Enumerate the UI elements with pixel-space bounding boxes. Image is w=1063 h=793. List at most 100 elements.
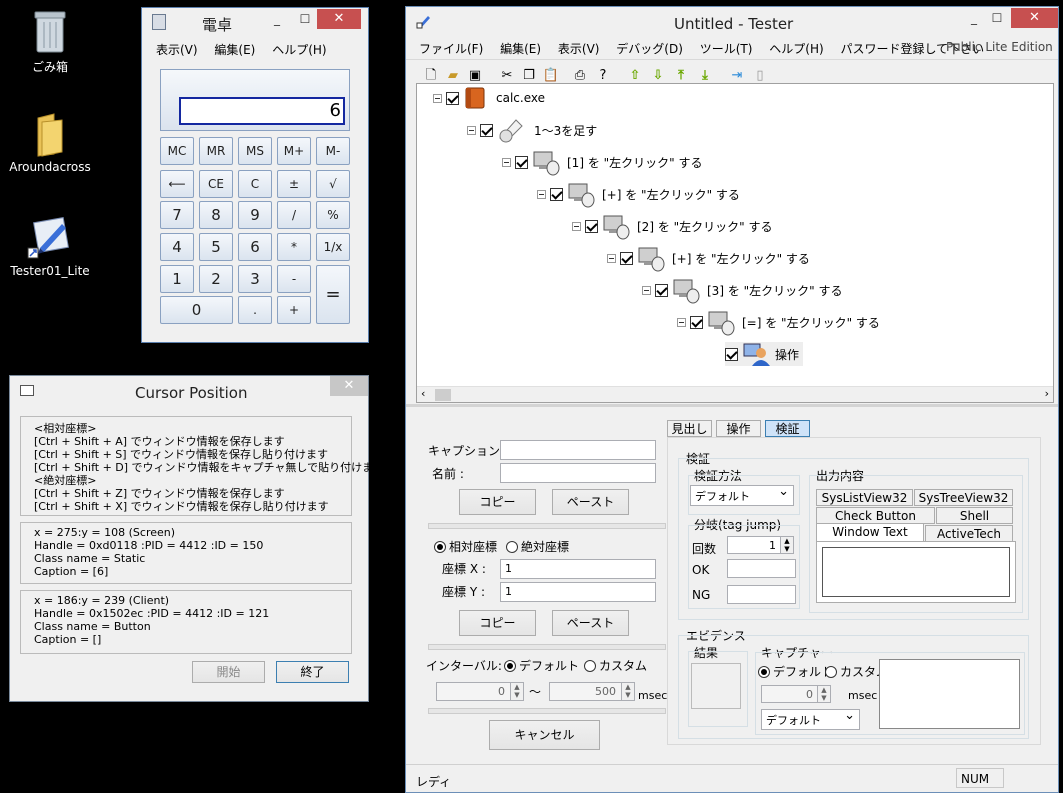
verify-method-select[interactable]: デフォルト [690, 484, 794, 506]
collapse-toggle[interactable] [537, 189, 546, 199]
close-button[interactable]: ✕ [317, 9, 361, 29]
decimal-button[interactable]: . [238, 296, 272, 324]
menu-debug[interactable]: デバッグ(D) [616, 42, 683, 56]
mr-button[interactable]: MR [199, 137, 233, 165]
tree-node-operation[interactable]: 操作 [725, 342, 804, 366]
digit-2-button[interactable]: 2 [199, 265, 233, 293]
tree-node-click-1[interactable]: [1] を "左クリック" する [502, 150, 702, 176]
cancel-button[interactable]: キャンセル [489, 720, 600, 750]
paste-button[interactable]: ペースト [552, 489, 629, 515]
digit-6-button[interactable]: 6 [238, 233, 272, 261]
multiply-button[interactable]: * [277, 233, 311, 261]
tab-operation[interactable]: 操作 [716, 420, 761, 437]
digit-4-button[interactable]: 4 [160, 233, 194, 261]
count-spinner[interactable]: ▲ ▼ [780, 537, 793, 553]
tab-window-text[interactable]: Window Text [816, 523, 924, 542]
ce-button[interactable]: CE [199, 170, 233, 198]
tree-node-click-3[interactable]: [3] を "左クリック" する [642, 278, 842, 304]
recycle-bin-shortcut[interactable]: ごみ箱 [5, 8, 95, 75]
digit-3-button[interactable]: 3 [238, 265, 272, 293]
tab-shell[interactable]: Shell [936, 507, 1013, 524]
paste-coord-button[interactable]: ペースト [552, 610, 629, 636]
copy-button[interactable]: コピー [459, 489, 536, 515]
digit-0-button[interactable]: 0 [160, 296, 233, 324]
horizontal-scrollbar[interactable]: ‹ › [417, 386, 1053, 402]
menu-help[interactable]: ヘルプ(H) [769, 42, 823, 56]
collapse-toggle[interactable] [642, 285, 651, 295]
plus-minus-button[interactable]: ± [277, 170, 311, 198]
collapse-toggle[interactable] [467, 125, 476, 135]
node-checkbox[interactable] [585, 219, 598, 233]
divide-button[interactable]: / [277, 201, 311, 229]
pane-splitter[interactable] [406, 404, 1058, 407]
capture-mode-select[interactable]: デフォルト [761, 708, 860, 730]
close-button[interactable]: ✕ [330, 376, 368, 396]
scroll-left-icon[interactable]: ‹ [421, 387, 425, 400]
sqrt-button[interactable]: √ [316, 170, 350, 198]
digit-1-button[interactable]: 1 [160, 265, 194, 293]
subtract-button[interactable]: - [277, 265, 311, 293]
node-checkbox[interactable] [690, 315, 703, 329]
reciprocal-button[interactable]: 1/x [316, 233, 350, 261]
name-input[interactable] [500, 463, 656, 483]
node-checkbox[interactable] [655, 283, 668, 297]
digit-8-button[interactable]: 8 [199, 201, 233, 229]
collapse-toggle[interactable] [607, 253, 616, 263]
coord-y-input[interactable]: 1 [500, 582, 656, 602]
end-button[interactable]: 終了 [276, 661, 349, 683]
tester-lite-shortcut[interactable]: Tester01_Lite [5, 214, 95, 278]
copy-coord-button[interactable]: コピー [459, 610, 536, 636]
close-button[interactable]: ✕ [1011, 8, 1058, 28]
digit-9-button[interactable]: 9 [238, 201, 272, 229]
tree-node-click-equals[interactable]: [=] を "左クリック" する [677, 310, 880, 336]
scroll-thumb[interactable] [435, 389, 451, 401]
m-plus-button[interactable]: M+ [277, 137, 311, 165]
absolute-coord-radio[interactable]: 絶対座標 [506, 538, 569, 555]
menu-view[interactable]: 表示(V) [558, 42, 600, 56]
tab-check-button[interactable]: Check Button [816, 507, 935, 524]
capture-msec-spinner[interactable]: ▲ ▼ [817, 686, 830, 702]
count-input[interactable]: 1 ▲ ▼ [727, 536, 794, 554]
capture-default-radio[interactable]: デフォルト [758, 663, 833, 680]
interval-custom-radio[interactable]: カスタム [584, 657, 647, 674]
collapse-toggle[interactable] [677, 317, 686, 327]
menu-help[interactable]: ヘルプ(H) [272, 43, 326, 57]
aroundacross-folder-shortcut[interactable]: Aroundacross [5, 112, 95, 174]
coord-x-input[interactable]: 1 [500, 559, 656, 579]
node-checkbox[interactable] [480, 123, 493, 137]
interval-to-spinner[interactable]: ▲ ▼ [621, 683, 634, 700]
digit-7-button[interactable]: 7 [160, 201, 194, 229]
tab-systreeview[interactable]: SysTreeView32 [914, 489, 1013, 506]
tree-node-click-2[interactable]: [2] を "左クリック" する [572, 214, 772, 240]
collapse-toggle[interactable] [502, 157, 511, 167]
node-checkbox[interactable] [620, 251, 633, 265]
menu-file[interactable]: ファイル(F) [419, 42, 483, 56]
equals-button[interactable]: = [316, 265, 350, 324]
add-button[interactable]: + [277, 296, 311, 324]
mc-button[interactable]: MC [160, 137, 194, 165]
node-checkbox[interactable] [515, 155, 528, 169]
interval-from-input[interactable]: 0 ▲ ▼ [436, 682, 524, 701]
node-checkbox[interactable] [550, 187, 563, 201]
tree-node-click-plus-2[interactable]: [+] を "左クリック" する [607, 246, 810, 272]
caption-input[interactable] [500, 440, 656, 460]
scroll-right-icon[interactable]: › [1045, 387, 1049, 400]
window-text-output[interactable] [822, 547, 1010, 597]
capture-msec-input[interactable]: 0 ▲ ▼ [761, 685, 831, 703]
collapse-toggle[interactable] [572, 221, 581, 231]
interval-from-spinner[interactable]: ▲ ▼ [510, 683, 523, 700]
ms-button[interactable]: MS [238, 137, 272, 165]
maximize-button[interactable]: ☐ [292, 10, 318, 28]
ok-input[interactable] [727, 559, 796, 578]
menu-edit[interactable]: 編集(E) [214, 43, 255, 57]
tab-activetech[interactable]: ActiveTech [925, 525, 1013, 542]
minimize-button[interactable]: _ [264, 10, 290, 28]
maximize-button[interactable]: ☐ [984, 9, 1010, 27]
menu-edit[interactable]: 編集(E) [500, 42, 541, 56]
backspace-button[interactable]: ⟵ [160, 170, 194, 198]
clear-button[interactable]: C [238, 170, 272, 198]
interval-default-radio[interactable]: デフォルト [504, 657, 579, 674]
tab-verify[interactable]: 検証 [765, 420, 810, 437]
tab-heading[interactable]: 見出し [667, 420, 712, 437]
menu-view[interactable]: 表示(V) [156, 43, 198, 57]
